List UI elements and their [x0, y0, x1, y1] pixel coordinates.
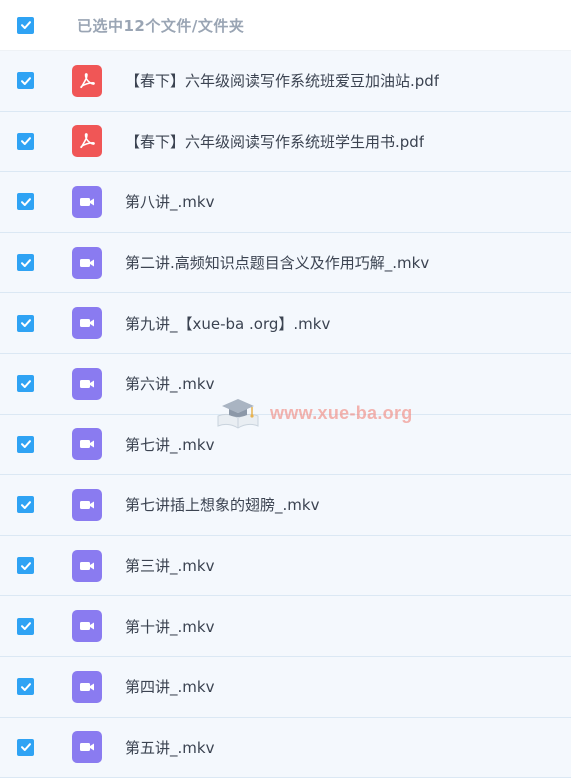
file-checkbox[interactable]	[17, 132, 34, 150]
file-checkbox[interactable]	[17, 314, 34, 332]
video-file-icon	[72, 185, 102, 218]
file-checkbox[interactable]	[17, 557, 34, 575]
file-row[interactable]: 第七讲插上想象的翅膀_.mkv	[0, 475, 571, 536]
pdf-file-icon	[72, 64, 102, 97]
selection-header: 已选中12个文件/文件夹	[0, 0, 571, 51]
checkmark-icon	[20, 76, 31, 85]
file-list: 【春下】六年级阅读写作系统班爱豆加油站.pdf 【春下】六年级阅读写作系统班学生用…	[0, 51, 571, 779]
checkmark-icon	[20, 137, 31, 146]
select-all-checkbox[interactable]	[17, 16, 34, 34]
video-file-icon	[72, 367, 102, 400]
video-camera-icon	[80, 500, 94, 509]
file-checkbox[interactable]	[17, 678, 34, 696]
video-file-icon	[72, 670, 102, 703]
pdf-file-icon	[72, 125, 102, 158]
file-row[interactable]: 第二讲.高频知识点题目含义及作用巧解_.mkv	[0, 232, 571, 294]
file-row[interactable]: 【春下】六年级阅读写作系统班爱豆加油站.pdf	[0, 51, 571, 112]
file-checkbox[interactable]	[17, 738, 34, 756]
video-file-icon	[72, 731, 102, 764]
file-name: 第九讲_【xue-ba .org】.mkv	[125, 314, 331, 333]
file-name: 第七讲_.mkv	[125, 435, 215, 454]
file-row[interactable]: 第六讲_.mkv	[0, 353, 571, 415]
video-file-icon	[72, 246, 102, 279]
checkmark-icon	[20, 743, 31, 752]
video-file-icon	[72, 549, 102, 582]
video-file-icon	[72, 428, 102, 461]
checkmark-icon	[20, 561, 31, 570]
pdf-acrobat-icon	[80, 133, 95, 149]
file-checkbox[interactable]	[17, 72, 34, 90]
video-camera-icon	[80, 197, 94, 206]
file-checkbox[interactable]	[17, 617, 34, 635]
checkmark-icon	[20, 622, 31, 631]
file-checkbox[interactable]	[17, 193, 34, 211]
video-camera-icon	[80, 440, 94, 449]
video-camera-icon	[80, 561, 94, 570]
checkmark-icon	[20, 258, 31, 267]
file-name: 第六讲_.mkv	[125, 375, 215, 394]
file-name: 第十讲_.mkv	[125, 617, 215, 636]
checkmark-icon	[20, 501, 31, 509]
file-row[interactable]: 第八讲_.mkv	[0, 172, 571, 233]
file-row[interactable]: 第五讲_.mkv	[0, 717, 571, 779]
file-row[interactable]: 第四讲_.mkv	[0, 656, 571, 718]
video-file-icon	[72, 610, 102, 643]
file-row[interactable]: 第三讲_.mkv	[0, 535, 571, 597]
video-camera-icon	[80, 622, 94, 631]
video-camera-icon	[80, 258, 94, 267]
file-name: 【春下】六年级阅读写作系统班学生用书.pdf	[125, 132, 425, 151]
video-camera-icon	[80, 682, 94, 691]
file-row[interactable]: 第十讲_.mkv	[0, 596, 571, 657]
file-checkbox[interactable]	[17, 254, 34, 272]
checkmark-icon	[20, 21, 31, 29]
file-name: 第八讲_.mkv	[125, 193, 215, 212]
file-name: 第五讲_.mkv	[125, 738, 215, 757]
checkmark-icon	[20, 319, 31, 328]
file-name: 第三讲_.mkv	[125, 557, 215, 576]
video-camera-icon	[80, 379, 94, 388]
file-checkbox[interactable]	[17, 375, 34, 393]
file-row[interactable]: 第七讲_.mkv	[0, 414, 571, 476]
file-name: 【春下】六年级阅读写作系统班爱豆加油站.pdf	[125, 72, 440, 91]
file-row[interactable]: 【春下】六年级阅读写作系统班学生用书.pdf	[0, 111, 571, 173]
video-file-icon	[72, 488, 102, 521]
file-name: 第四讲_.mkv	[125, 678, 215, 697]
video-file-icon	[72, 307, 102, 340]
selection-count-label: 已选中12个文件/文件夹	[77, 16, 245, 35]
checkmark-icon	[20, 682, 31, 691]
file-checkbox[interactable]	[17, 496, 34, 514]
pdf-acrobat-icon	[80, 72, 95, 88]
checkmark-icon	[20, 379, 31, 388]
file-checkbox[interactable]	[17, 435, 34, 453]
checkmark-icon	[20, 198, 31, 206]
video-camera-icon	[80, 743, 94, 752]
checkmark-icon	[20, 440, 31, 449]
video-camera-icon	[80, 319, 94, 328]
file-name: 第二讲.高频知识点题目含义及作用巧解_.mkv	[125, 254, 430, 273]
file-name: 第七讲插上想象的翅膀_.mkv	[125, 496, 320, 515]
file-row[interactable]: 第九讲_【xue-ba .org】.mkv	[0, 293, 571, 354]
